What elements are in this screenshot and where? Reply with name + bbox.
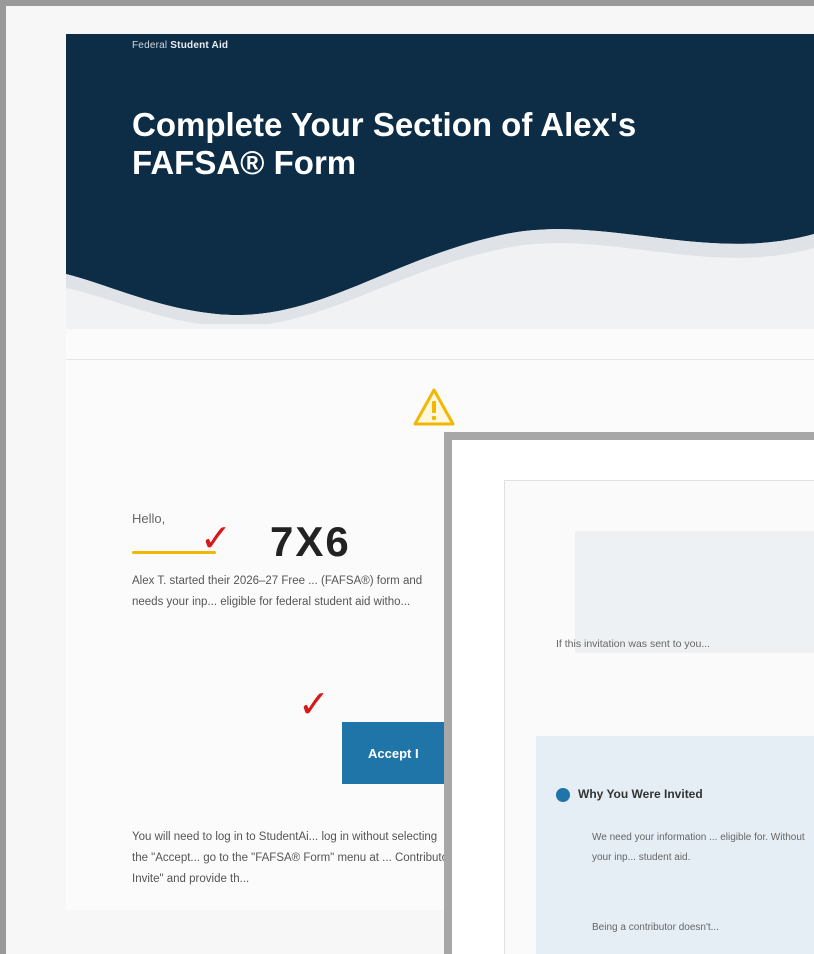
warning-icon — [413, 388, 455, 426]
divider — [66, 359, 814, 360]
invitation-paragraph: Alex T. started their 2026–27 Free ... (… — [132, 575, 423, 608]
invite-note: If this invitation was sent to you... — [556, 638, 711, 650]
greeting: Hello, — [132, 511, 166, 526]
contributor-note: Being a contributor doesn't... — [592, 922, 719, 933]
header-banner: Federal Student Aid Complete Your Sectio… — [66, 34, 814, 324]
invite-code-box — [575, 531, 814, 653]
email-title: Complete Your Section of Alex's FAFSA® F… — [132, 106, 637, 181]
red-checkmark-annotation: ✓ — [298, 684, 330, 726]
brand-logo: Federal Student Aid — [132, 40, 229, 51]
login-instructions-paragraph: You will need to log in to StudentAi... … — [132, 831, 452, 885]
why-invited-body: We need your information ... eligible fo… — [592, 832, 805, 863]
why-invited-heading: Why You Were Invited — [578, 787, 703, 801]
red-checkmark-annotation: ✓ — [200, 518, 232, 560]
invite-code: 7X6 — [270, 518, 351, 565]
info-icon — [556, 788, 570, 802]
